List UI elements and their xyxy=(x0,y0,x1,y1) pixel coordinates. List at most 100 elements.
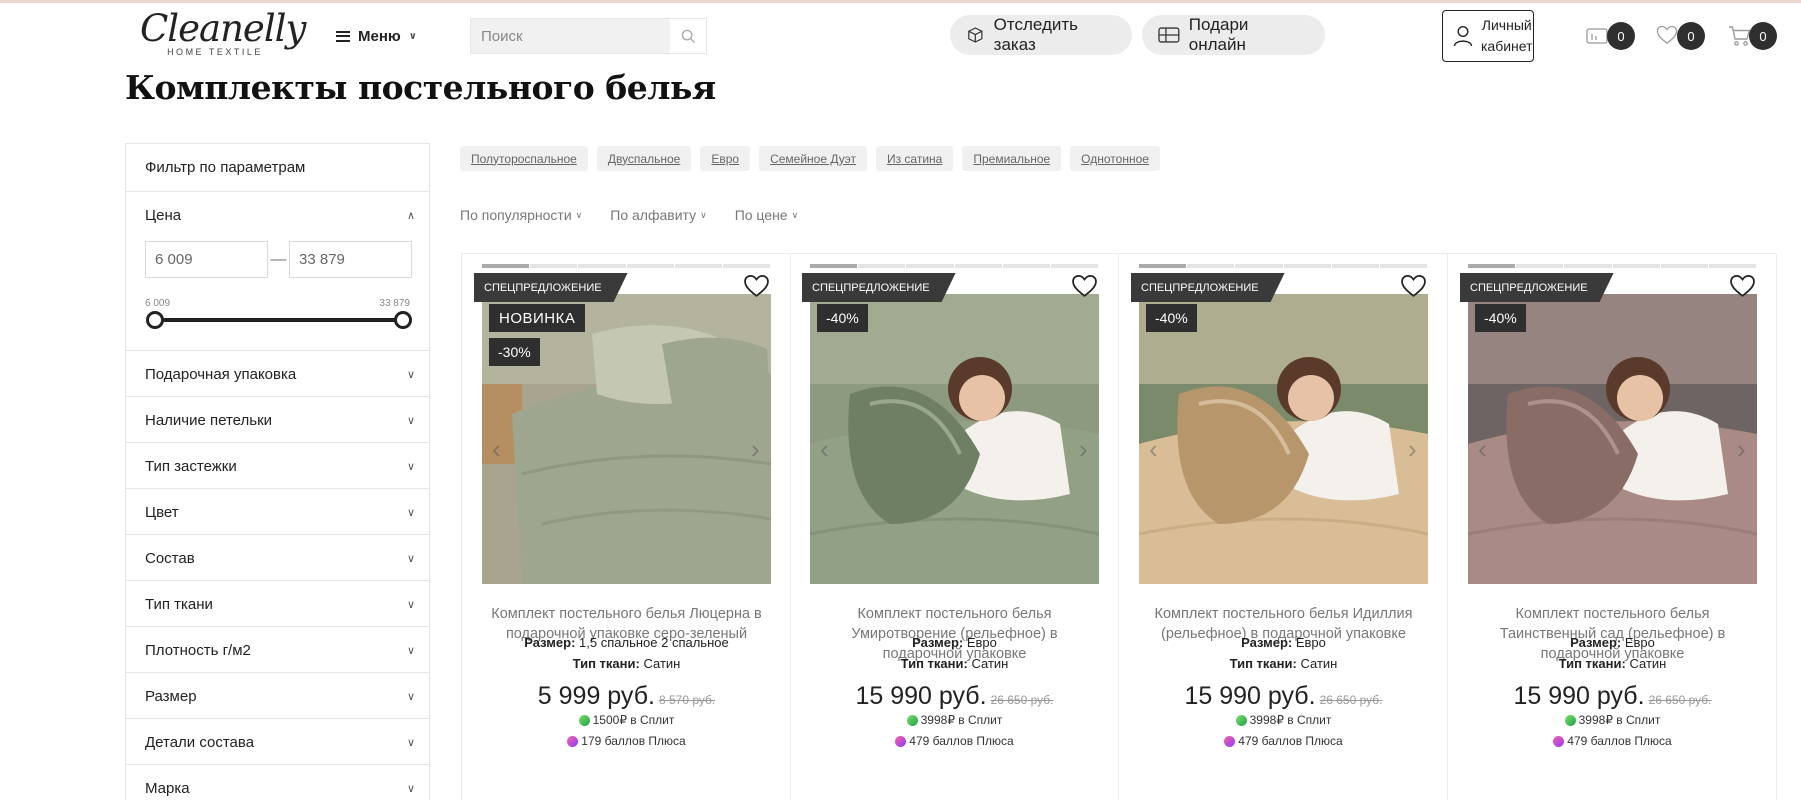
size-value: Евро xyxy=(1624,635,1655,650)
add-to-favorites-button[interactable] xyxy=(1071,274,1098,303)
gallery-dot[interactable] xyxy=(1139,264,1187,268)
quick-tag[interactable]: Двуспальное xyxy=(596,146,692,171)
gallery-dot[interactable] xyxy=(1283,264,1331,268)
product-photo[interactable] xyxy=(810,294,1099,584)
gallery-dot[interactable] xyxy=(954,264,1002,268)
brand-logo[interactable]: Cleanelly HOME TEXTILE xyxy=(140,9,306,63)
gallery-dot[interactable] xyxy=(1050,264,1099,268)
filter-header[interactable]: Наличие петельки ∨ xyxy=(126,397,429,443)
gallery-dot[interactable] xyxy=(1660,264,1708,268)
gallery-dot[interactable] xyxy=(1564,264,1612,268)
gallery-dot[interactable] xyxy=(482,264,530,268)
gallery-dot[interactable] xyxy=(674,264,722,268)
quick-tag[interactable]: Семейное Дуэт xyxy=(759,146,867,171)
quick-tag[interactable]: Полутороспальное xyxy=(460,146,588,171)
product-name[interactable]: Комплект постельного белья Умиротворение… xyxy=(810,604,1099,664)
filter-header[interactable]: Марка ∨ xyxy=(126,765,429,800)
quick-tag[interactable]: Однотонное xyxy=(1070,146,1160,171)
compare-button[interactable]: 0 xyxy=(1582,19,1635,53)
filter-header[interactable]: Тип застежки ∨ xyxy=(126,443,429,489)
price-filter-header[interactable]: Цена ∧ xyxy=(126,192,429,238)
gallery-dot[interactable] xyxy=(1379,264,1428,268)
price-slider-min-handle[interactable] xyxy=(146,311,164,329)
product-fabric: Тип ткани: Сатин xyxy=(790,656,1119,671)
cart-button[interactable]: 0 xyxy=(1724,19,1777,53)
product-card[interactable]: СПЕЦПРЕДЛОЖЕНИЕ -40% ‹ › Комплект постельног… xyxy=(1448,254,1777,800)
sort-option[interactable]: По популярности ∨ xyxy=(460,207,582,223)
add-to-favorites-button[interactable] xyxy=(743,274,770,303)
chevron-down-icon: ∨ xyxy=(406,552,415,565)
plus-points-info: 179 баллов Плюса xyxy=(462,734,791,748)
price-slider-max-handle[interactable] xyxy=(394,311,412,329)
product-card[interactable]: СПЕЦПРЕДЛОЖЕНИЕ -40% ‹ › Комплект постельног… xyxy=(790,254,1119,800)
filter-header[interactable]: Плотность г/м2 ∨ xyxy=(126,627,429,673)
gallery-next-arrow[interactable]: › xyxy=(751,434,760,465)
quick-tag[interactable]: Премиальное xyxy=(962,146,1062,171)
price-max-input[interactable] xyxy=(289,241,412,278)
product-name[interactable]: Комплект постельного белья Таинственный … xyxy=(1468,604,1757,664)
filter-header[interactable]: Тип ткани ∨ xyxy=(126,581,429,627)
filter-header[interactable]: Подарочная упаковка ∨ xyxy=(126,351,429,397)
filter-label: Цвет xyxy=(145,503,179,521)
gallery-dot[interactable] xyxy=(722,264,771,268)
gallery-next-arrow[interactable]: › xyxy=(1737,434,1746,465)
product-photo[interactable] xyxy=(1139,294,1428,584)
product-photo[interactable] xyxy=(1468,294,1757,584)
split-icon xyxy=(1564,714,1576,726)
product-card[interactable]: СПЕЦПРЕДЛОЖЕНИЕ -40% ‹ › Комплект постельног… xyxy=(1119,254,1448,800)
filter-header[interactable]: Состав ∨ xyxy=(126,535,429,581)
gallery-dot[interactable] xyxy=(1331,264,1379,268)
account-label-line2: кабинет xyxy=(1481,38,1533,54)
chevron-down-icon: ∨ xyxy=(575,209,583,220)
account-label-line1: Личный xyxy=(1481,17,1532,33)
gallery-dot[interactable] xyxy=(1468,264,1516,268)
menu-button[interactable]: Меню ∨ xyxy=(336,23,417,49)
gallery-next-arrow[interactable]: › xyxy=(1079,434,1088,465)
user-icon xyxy=(1453,25,1473,47)
filter-list: Подарочная упаковка ∨ Наличие петельки ∨ Тип… xyxy=(126,351,429,800)
add-to-favorites-button[interactable] xyxy=(1400,274,1427,303)
favorites-button[interactable]: 0 xyxy=(1652,19,1705,53)
quick-tag[interactable]: Из сатина xyxy=(875,146,954,171)
gallery-prev-arrow[interactable]: ‹ xyxy=(1149,434,1158,465)
filter-header[interactable]: Детали состава ∨ xyxy=(126,719,429,765)
gallery-prev-arrow[interactable]: ‹ xyxy=(820,434,829,465)
gallery-dot[interactable] xyxy=(810,264,858,268)
price-min-input[interactable] xyxy=(145,241,268,278)
quick-tag[interactable]: Евро xyxy=(700,146,751,171)
menu-label: Меню xyxy=(358,27,401,45)
sort-option[interactable]: По алфавиту ∨ xyxy=(610,207,706,223)
track-order-button[interactable]: Отследить заказ xyxy=(950,15,1132,55)
gallery-prev-arrow[interactable]: ‹ xyxy=(492,434,501,465)
gallery-prev-arrow[interactable]: ‹ xyxy=(1478,434,1487,465)
gallery-dot[interactable] xyxy=(1187,264,1235,268)
account-button[interactable]: Личный кабинет xyxy=(1442,10,1534,62)
sort-option[interactable]: По цене ∨ xyxy=(735,207,799,223)
size-label: Размер: xyxy=(912,635,964,650)
gallery-dot[interactable] xyxy=(1612,264,1660,268)
product-card[interactable]: СПЕЦПРЕДЛОЖЕНИЕ НОВИНКА -30% ‹ › Комплект пос… xyxy=(462,254,791,800)
fabric-label: Тип ткани: xyxy=(1558,656,1626,671)
gallery-dot[interactable] xyxy=(1235,264,1283,268)
gallery-dot[interactable] xyxy=(1708,264,1757,268)
gallery-dot[interactable] xyxy=(626,264,674,268)
gallery-dot[interactable] xyxy=(906,264,954,268)
filter-label: Детали состава xyxy=(145,733,255,751)
new-badge: НОВИНКА xyxy=(489,304,586,332)
add-to-favorites-button[interactable] xyxy=(1729,274,1756,303)
filter-header[interactable]: Цвет ∨ xyxy=(126,489,429,535)
gallery-dot[interactable] xyxy=(858,264,906,268)
gallery-dot[interactable] xyxy=(1516,264,1564,268)
filter-header[interactable]: Размер ∨ xyxy=(126,673,429,719)
search-input[interactable] xyxy=(471,19,671,53)
gallery-dot[interactable] xyxy=(578,264,626,268)
gallery-next-arrow[interactable]: › xyxy=(1408,434,1417,465)
price-range-labels: 6 009 33 879 xyxy=(145,298,410,309)
gallery-dot[interactable] xyxy=(1002,264,1050,268)
gallery-dot[interactable] xyxy=(530,264,578,268)
search-button[interactable] xyxy=(670,19,706,53)
gift-online-button[interactable]: Подари онлайн xyxy=(1142,15,1325,55)
price-slider-track[interactable] xyxy=(155,318,403,322)
current-price: 5 999 руб. xyxy=(537,682,655,710)
discount-badge: -40% xyxy=(1475,304,1526,332)
